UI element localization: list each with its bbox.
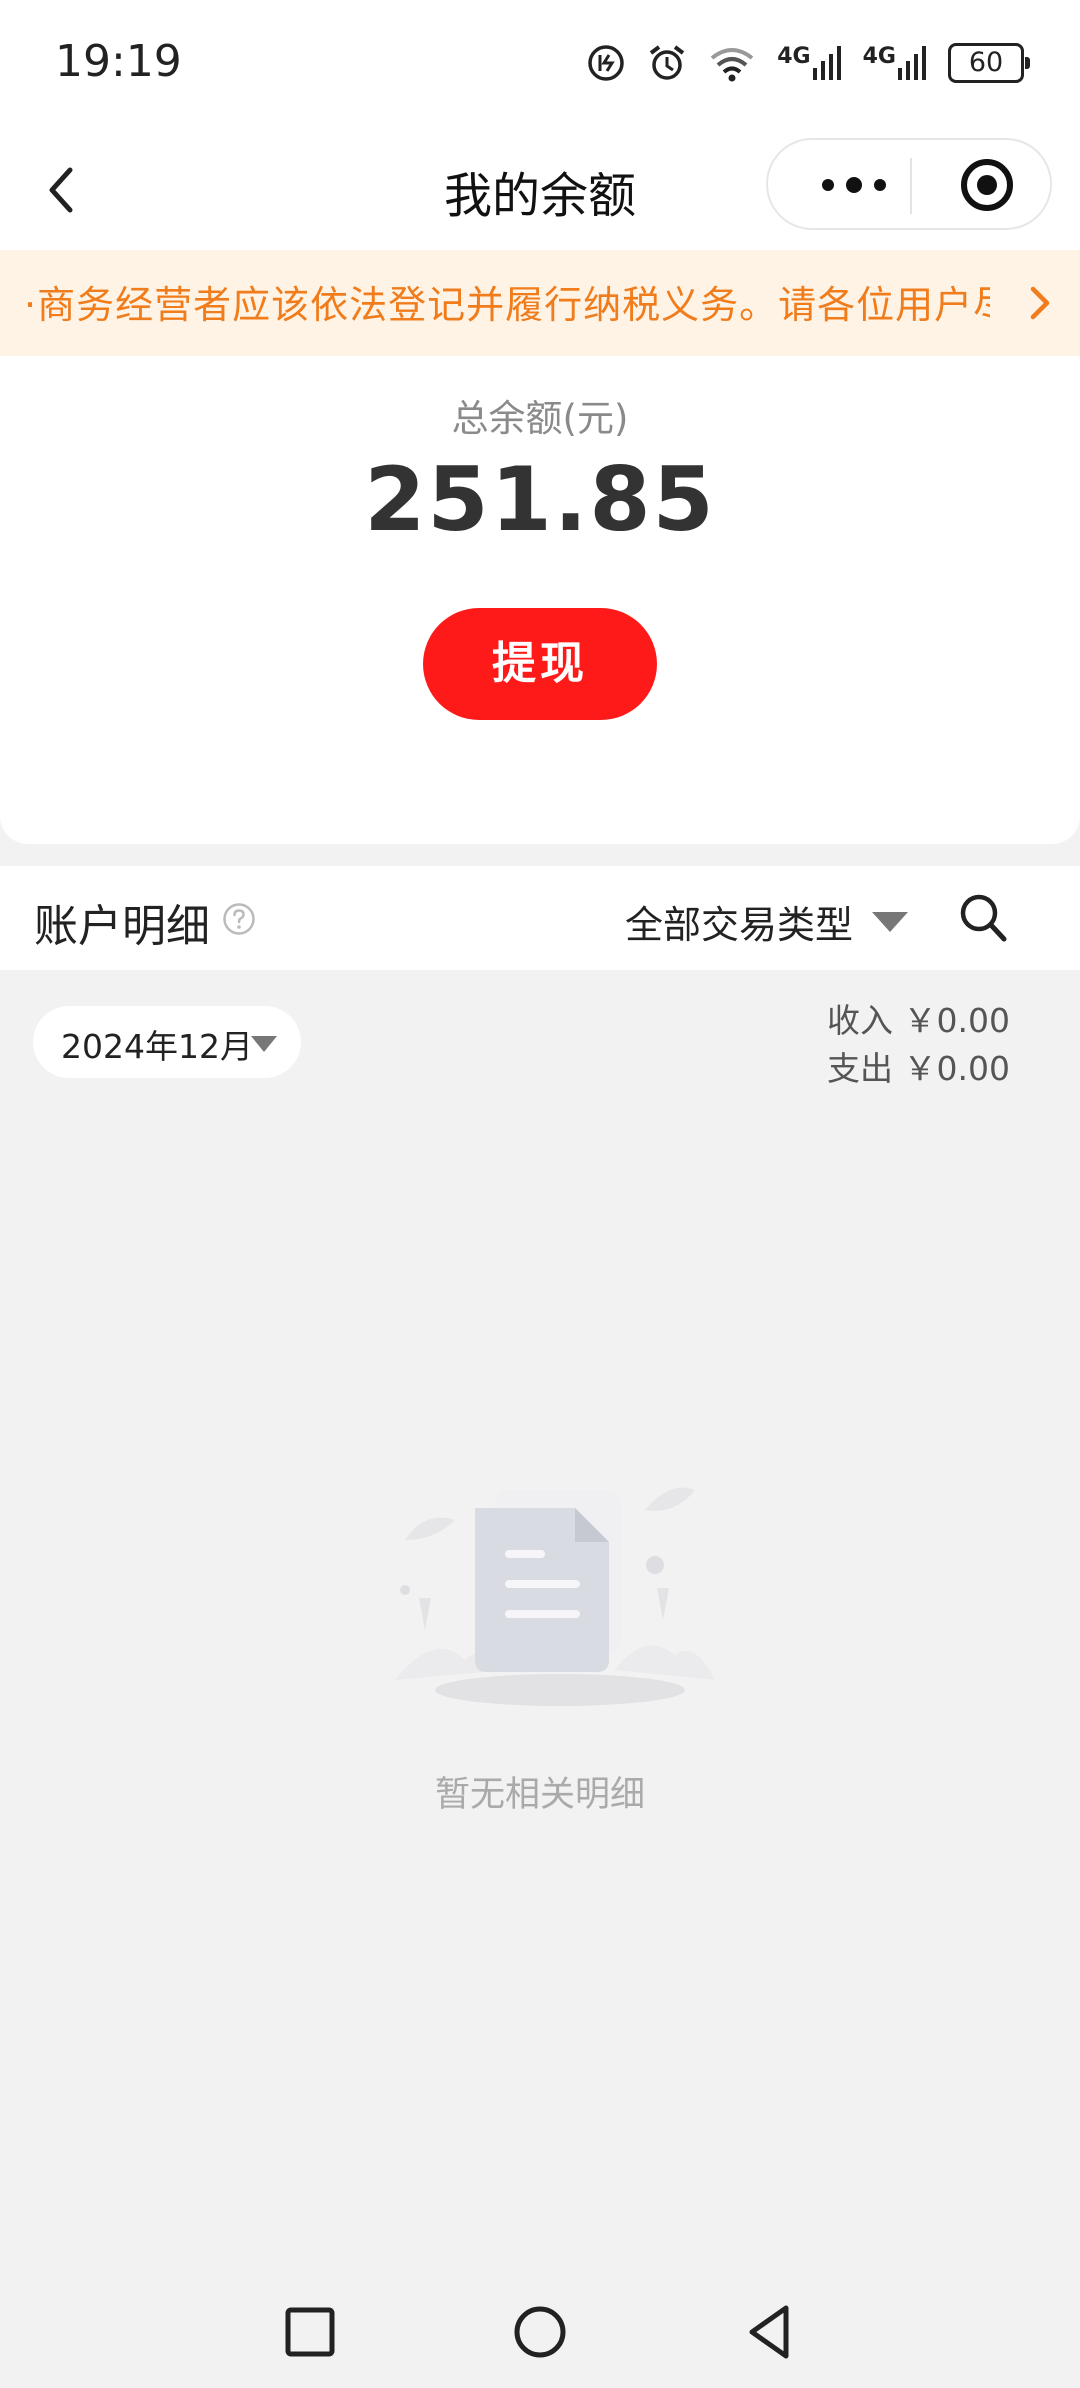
expense-summary: 支出 ￥0.00: [827, 1049, 1010, 1088]
balance-amount: 251.85: [364, 448, 716, 551]
more-icon[interactable]: [814, 168, 894, 202]
month-label: 2024年12月: [61, 1027, 253, 1066]
transaction-type-filter[interactable]: 全部交易类型: [625, 894, 853, 949]
cell-signal-2: 4G: [863, 46, 926, 80]
close-target-icon[interactable]: [958, 156, 1016, 214]
system-nav-bar: [0, 2278, 1080, 2388]
mini-program-capsule: [766, 138, 1052, 230]
chevron-right-icon[interactable]: [1028, 283, 1052, 323]
status-icons: 4G 4G 60: [587, 38, 1030, 88]
balance-label: 总余额(元): [451, 397, 629, 440]
empty-state-text: 暂无相关明细: [434, 1775, 645, 1815]
account-detail-header: 账户明细 全部交易类型: [0, 866, 1080, 970]
search-icon[interactable]: [958, 892, 1008, 944]
caret-down-icon[interactable]: [872, 912, 908, 932]
signal-bars-icon: [812, 46, 841, 80]
cell-signal-1: 4G: [777, 46, 841, 80]
section-title: 账户明细: [34, 901, 210, 952]
back-triangle-icon[interactable]: [738, 2300, 802, 2364]
balance-card: 总余额(元) 251.85 提现: [0, 356, 1080, 844]
hd-call-icon: [588, 45, 624, 81]
withdraw-button[interactable]: 提现: [423, 608, 657, 720]
status-time: 19:19: [55, 36, 182, 87]
empty-document-illustration: [395, 1487, 715, 1706]
recent-apps-icon[interactable]: [278, 2300, 342, 2364]
nav-bar: 我的余额: [0, 130, 1080, 250]
battery-icon: 60: [948, 43, 1030, 83]
status-bar: 19:19 4G 4G 60: [0, 0, 1080, 130]
income-summary: 收入 ￥0.00: [827, 1001, 1010, 1040]
notice-text: ·商务经营者应该依法登记并履行纳税义务。请各位用户尽: [24, 283, 1013, 327]
home-icon[interactable]: [508, 2300, 572, 2364]
capsule-divider: [910, 158, 912, 214]
caret-down-icon: [251, 1036, 277, 1052]
month-selector[interactable]: 2024年12月: [33, 1006, 301, 1078]
notice-bar[interactable]: ·商务经营者应该依法登记并履行纳税义务。请各位用户尽: [0, 250, 1080, 356]
signal-bars-icon: [898, 46, 926, 80]
help-icon[interactable]: [222, 902, 256, 936]
wifi-icon: [711, 48, 754, 82]
alarm-icon: [650, 45, 685, 80]
